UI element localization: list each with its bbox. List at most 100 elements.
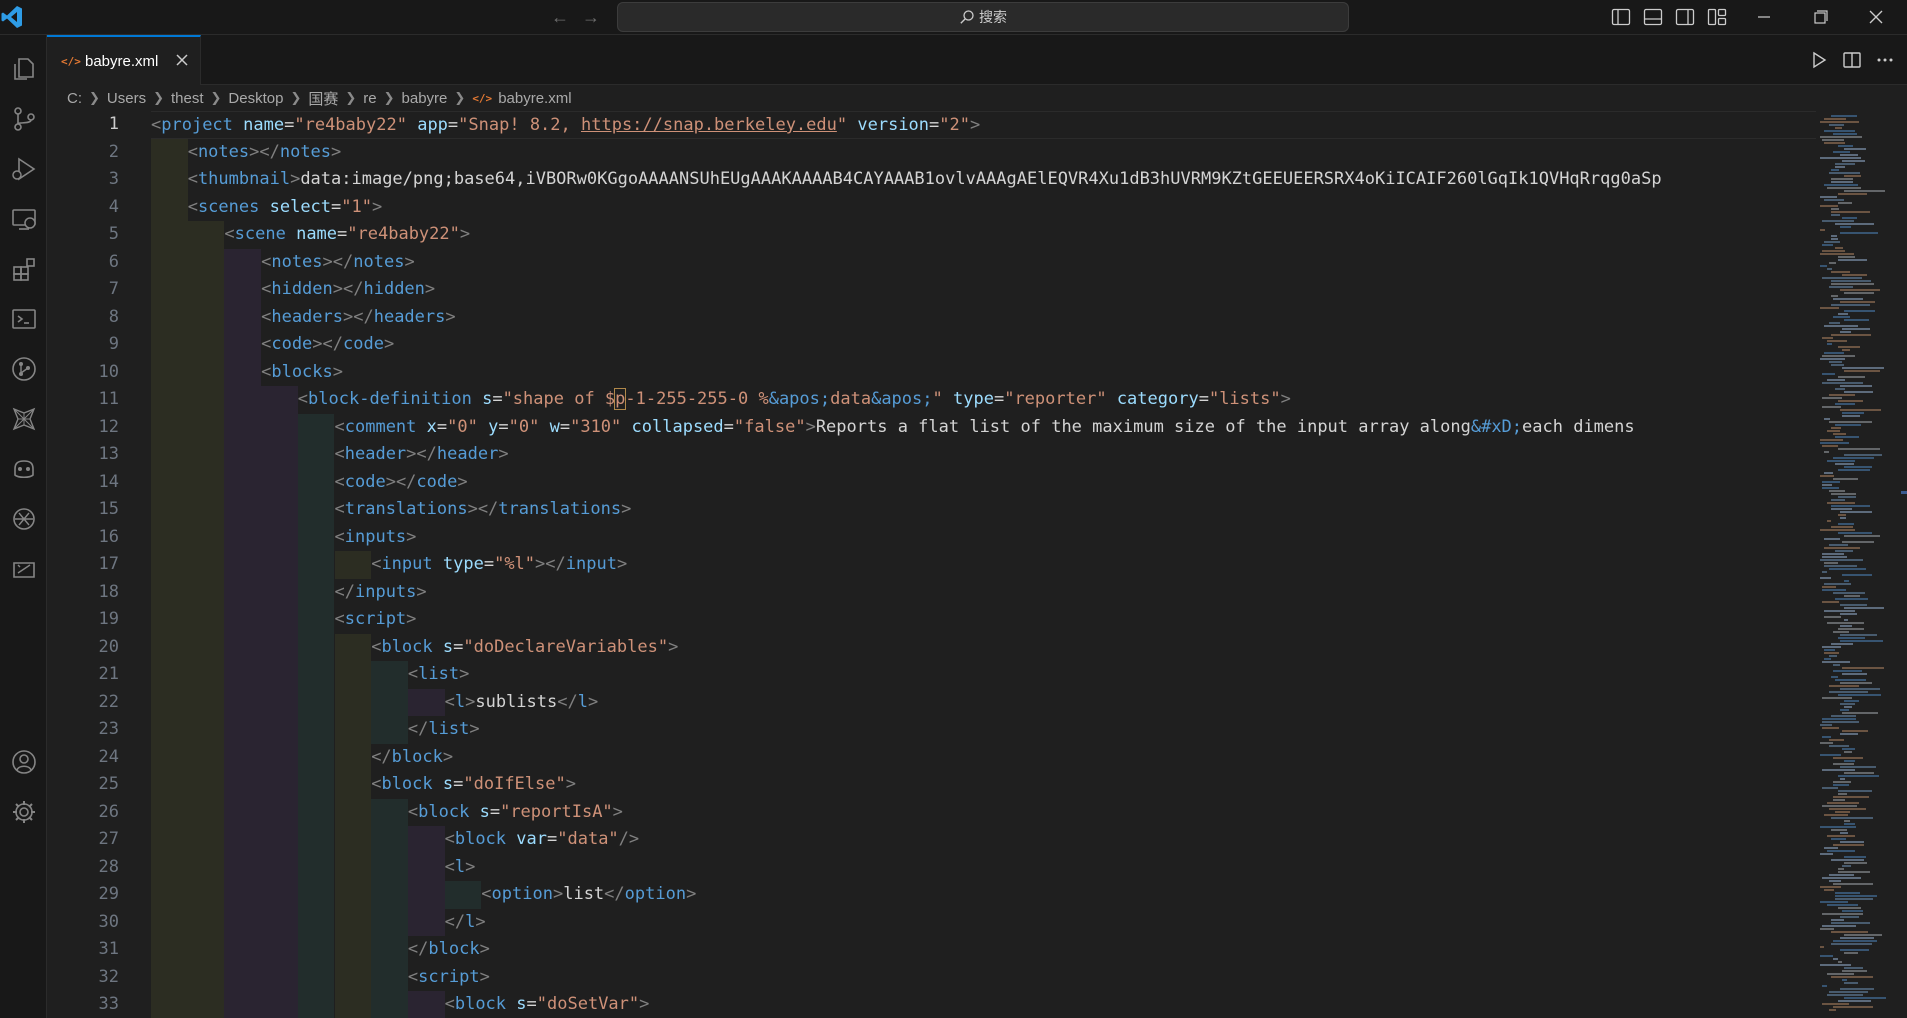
code-line[interactable]: <script> <box>151 963 1816 991</box>
indent-guide <box>334 908 372 936</box>
code-line[interactable]: </block> <box>151 936 1816 964</box>
toggle-secondary-sidebar-icon[interactable] <box>1675 8 1695 26</box>
code-line[interactable]: </inputs> <box>151 578 1816 606</box>
token-match: p <box>614 388 627 410</box>
minimize-icon[interactable] <box>1752 6 1776 28</box>
token-str: "2" <box>939 115 970 135</box>
code-line[interactable]: </block> <box>151 743 1816 771</box>
explorer-icon[interactable] <box>0 45 47 93</box>
run-icon[interactable] <box>1809 50 1829 70</box>
arrow-right-icon[interactable]: → <box>580 7 602 27</box>
close-window-icon[interactable] <box>1864 6 1888 28</box>
token-br: > <box>442 746 454 767</box>
indent-guide <box>261 441 298 469</box>
close-tab-icon[interactable] <box>174 52 190 68</box>
code-line[interactable]: <input type="%l"></input> <box>151 551 1816 579</box>
code-line[interactable]: <l> <box>151 853 1816 881</box>
token-url[interactable]: https://snap.berkeley.edu <box>581 115 837 135</box>
code-line[interactable]: <translations></translations> <box>151 496 1816 524</box>
code-line[interactable]: <option>list</option> <box>151 881 1816 909</box>
code-line[interactable]: <block s="doDeclareVariables"> <box>151 633 1816 661</box>
extensions-icon[interactable] <box>0 245 47 293</box>
code-line[interactable]: <scenes select="1"> <box>151 193 1816 221</box>
toggle-panel-icon[interactable] <box>1643 8 1663 26</box>
code-line[interactable]: <code></code> <box>151 468 1816 496</box>
code-editor[interactable]: 1 2 3 4 5 6 7 8 9 10 11 12 13 14 15 16 17 18 19 20 21 22 23 24 2… <box>47 111 1907 1018</box>
breadcrumb-item[interactable]: 国赛 <box>308 88 338 109</box>
copilot-icon[interactable] <box>0 445 47 493</box>
code-line[interactable]: <notes></notes> <box>151 138 1816 166</box>
terminal-icon[interactable] <box>0 295 47 343</box>
breadcrumb-item[interactable]: Users <box>107 90 146 107</box>
code-line[interactable]: <notes></notes> <box>151 248 1816 276</box>
minimap-line <box>1826 343 1832 345</box>
code-line[interactable]: <block s="doIfElse"> <box>151 771 1816 799</box>
token-str: "310" <box>570 416 622 437</box>
line-number: 1 <box>108 114 119 134</box>
openai-icon[interactable] <box>0 495 47 543</box>
code-line[interactable]: <block-definition s="shape of $p-1-255-2… <box>151 386 1816 414</box>
breadcrumb-item[interactable]: Desktop <box>228 90 283 107</box>
minimap-line <box>1839 988 1874 990</box>
code-line[interactable]: <list> <box>151 661 1816 689</box>
code-line[interactable]: <hidden></hidden> <box>151 276 1816 304</box>
minimap-line <box>1822 481 1841 483</box>
code-line[interactable]: <blocks> <box>151 358 1816 386</box>
code-line[interactable]: <scene name="re4baby22"> <box>151 221 1816 249</box>
code-line[interactable]: <thumbnail>data:image/png;base64,iVBORw0… <box>151 166 1816 194</box>
line-number: 2 <box>108 141 119 162</box>
code-line[interactable]: <code></code> <box>151 331 1816 359</box>
settings-gear-icon[interactable] <box>0 788 47 836</box>
breadcrumb-item[interactable]: babyre <box>402 90 448 107</box>
code-line[interactable]: <block var="data"/> <box>151 826 1816 854</box>
testing-icon[interactable] <box>0 545 47 593</box>
token-tag: hidden <box>363 279 425 299</box>
remote-explorer-icon[interactable] <box>0 195 47 243</box>
chevron-right-icon: ❯ <box>383 90 395 105</box>
restore-icon[interactable] <box>1808 6 1832 28</box>
code-line[interactable]: <script> <box>151 606 1816 634</box>
code-line[interactable]: <header></header> <box>151 441 1816 469</box>
code-text: <headers></headers> <box>261 304 456 332</box>
split-editor-icon[interactable] <box>1842 50 1862 70</box>
breadcrumb-item[interactable]: babyre.xml <box>498 90 571 107</box>
breadcrumb-item[interactable]: re <box>363 90 376 107</box>
code-line[interactable]: <project name="re4baby22" app="Snap! 8.2… <box>151 111 1816 139</box>
network-icon[interactable] <box>0 395 47 443</box>
code-line[interactable]: </list> <box>151 716 1816 744</box>
arrow-left-icon[interactable]: ← <box>549 7 571 27</box>
minimap-line <box>1844 319 1869 321</box>
editor-tab-bar: </> babyre.xml <box>47 35 1907 85</box>
minimap-line <box>1842 328 1870 330</box>
minimap[interactable] <box>1816 111 1907 1018</box>
git-graph-icon[interactable] <box>0 345 47 393</box>
line-number: 6 <box>108 251 119 272</box>
indent-guide <box>187 276 225 304</box>
code-line[interactable]: </l> <box>151 908 1816 936</box>
accounts-icon[interactable] <box>0 738 47 786</box>
code-area[interactable]: <project name="re4baby22" app="Snap! 8.2… <box>151 111 1816 1018</box>
minimap-line <box>1831 508 1852 510</box>
minimap-line <box>1833 763 1854 765</box>
code-line[interactable]: <headers></headers> <box>151 303 1816 332</box>
more-actions-icon[interactable] <box>1875 50 1895 70</box>
token-t: sublists <box>475 691 558 712</box>
tab-babyre-xml[interactable]: </> babyre.xml <box>47 35 201 85</box>
code-line[interactable]: <comment x="0" y="0" w="310" collapsed="… <box>151 413 1816 441</box>
run-debug-icon[interactable] <box>0 145 47 193</box>
code-line[interactable]: <block s="doSetVar"> <box>151 991 1816 1018</box>
code-line[interactable]: <block s="reportIsA"> <box>151 798 1816 826</box>
command-center-search[interactable]: 搜索 <box>617 2 1349 32</box>
indent-guide <box>407 853 445 881</box>
code-line[interactable]: <l>sublists</l> <box>151 688 1816 716</box>
indent-guide <box>297 936 335 964</box>
toggle-primary-sidebar-icon[interactable] <box>1611 8 1631 26</box>
code-line[interactable]: <inputs> <box>151 523 1816 551</box>
source-control-icon[interactable] <box>0 95 47 143</box>
customize-layout-icon[interactable] <box>1707 8 1727 26</box>
token-t <box>433 554 443 574</box>
breadcrumb-item[interactable]: C: <box>67 90 82 107</box>
vscode-logo-icon[interactable] <box>0 4 24 30</box>
breadcrumb-item[interactable]: thest <box>171 90 204 107</box>
token-br: < <box>261 279 272 299</box>
